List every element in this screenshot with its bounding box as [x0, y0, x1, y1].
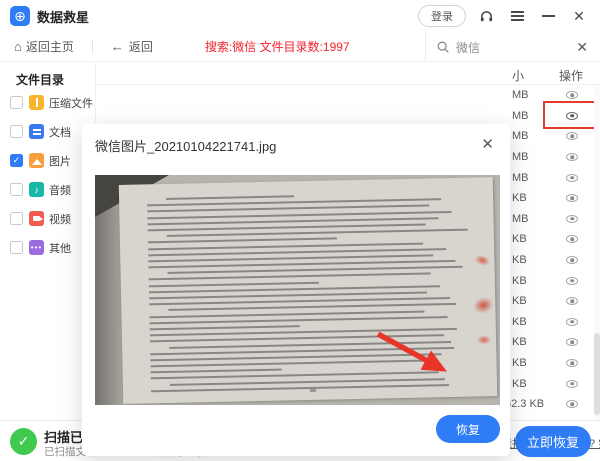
back-arrow-icon: ← — [111, 39, 124, 54]
preview-eye-icon[interactable] — [564, 295, 580, 307]
red-seal-mark — [473, 253, 491, 268]
sidebar-item-label: 音频 — [49, 182, 71, 198]
image-icon — [29, 153, 44, 168]
minimize-icon[interactable] — [537, 5, 559, 27]
sidebar-item-label: 视频 — [49, 211, 71, 227]
preview-eye-icon[interactable] — [564, 192, 580, 204]
red-seal-mark — [472, 295, 496, 316]
scrollbar-thumb[interactable] — [594, 333, 600, 415]
size-column-header: 小 — [512, 67, 524, 84]
preview-filename: 微信图片_20210104221741.jpg — [95, 136, 276, 155]
titlebar: ⊕ 数据救星 登录 ✕ — [0, 0, 600, 32]
content: 文件目录 压缩文件文档✓图片♪音频视频•••其他 小 操作 MBMBMBMBMB… — [0, 62, 600, 420]
modal-close-icon[interactable]: ✕ — [477, 133, 498, 155]
sidebar-item-zip[interactable]: 压缩文件 — [0, 88, 95, 117]
search-icon — [436, 40, 450, 54]
checkbox[interactable]: ✓ — [10, 154, 23, 167]
file-size: KB — [512, 378, 527, 390]
sidebar-item-image[interactable]: ✓ 图片 — [0, 146, 95, 175]
preview-modal: 微信图片_20210104221741.jpg ✕ 恢复 — [82, 124, 510, 456]
sidebar-item-audio[interactable]: ♪ 音频 — [0, 175, 95, 204]
table-row[interactable]: MB — [96, 85, 600, 106]
recover-button[interactable]: 恢复 — [436, 415, 500, 443]
file-size: KB — [512, 254, 527, 266]
preview-image — [95, 175, 500, 405]
checkbox[interactable] — [10, 241, 23, 254]
preview-eye-icon[interactable] — [564, 172, 580, 184]
preview-eye-icon[interactable] — [564, 398, 580, 410]
close-window-icon[interactable]: ✕ — [568, 5, 590, 27]
recover-now-button[interactable]: 立即恢复 — [515, 426, 591, 457]
sidebar-item-more[interactable]: ••• 其他 — [0, 233, 95, 262]
app-title: 数据救星 — [37, 7, 89, 26]
preview-eye-icon[interactable] — [564, 233, 580, 245]
preview-eye-icon[interactable] — [564, 254, 580, 266]
file-size: KB — [512, 275, 527, 287]
preview-eye-icon[interactable] — [564, 110, 580, 122]
search-clear-icon[interactable]: ✕ — [574, 39, 590, 56]
sidebar-item-label: 图片 — [49, 153, 71, 169]
file-size: MB — [512, 213, 529, 225]
sidebar-item-doc[interactable]: 文档 — [0, 117, 95, 146]
table-header: 小 操作 — [96, 62, 600, 85]
file-size: MB — [512, 110, 529, 122]
file-size: MB — [512, 172, 529, 184]
file-type-list: 压缩文件文档 ✓ 图片 ♪ 音频视频 ••• 其他 — [0, 88, 95, 262]
preview-eye-icon[interactable] — [564, 275, 580, 287]
file-size: MB — [512, 89, 529, 101]
zip-icon — [29, 95, 44, 110]
sidebar-item-label: 文档 — [49, 124, 71, 140]
preview-eye-icon[interactable] — [564, 89, 580, 101]
file-size: KB — [512, 295, 527, 307]
table-scrollbar[interactable] — [594, 85, 600, 420]
menu-icon[interactable] — [506, 5, 528, 27]
file-size: KB — [512, 336, 527, 348]
checkbox[interactable] — [10, 212, 23, 225]
file-size: 62.3 KB — [505, 398, 544, 410]
action-column-header: 操作 — [559, 67, 583, 84]
preview-eye-icon[interactable] — [564, 336, 580, 348]
audio-icon: ♪ — [29, 182, 44, 197]
search-input[interactable]: 微信 — [456, 39, 574, 56]
file-size: MB — [512, 151, 529, 163]
page-number-mark — [310, 389, 316, 392]
preview-eye-icon[interactable] — [564, 378, 580, 390]
home-icon: ⌂ — [14, 39, 22, 54]
file-size: KB — [512, 233, 527, 245]
toolbar-divider — [92, 40, 93, 54]
preview-eye-icon[interactable] — [564, 357, 580, 369]
sidebar-item-label: 其他 — [49, 240, 71, 256]
video-icon — [29, 211, 44, 226]
document-paper — [119, 177, 498, 404]
checkbox[interactable] — [10, 125, 23, 138]
app-logo-icon: ⊕ — [10, 6, 30, 26]
back-button[interactable]: ← 返回 — [111, 38, 153, 55]
file-size: MB — [512, 130, 529, 142]
red-seal-mark — [477, 335, 491, 344]
app-window: ⊕ 数据救星 登录 ✕ ⌂ 返回主页 ← 返回 搜索:微信 文件目录数:1997… — [0, 0, 600, 461]
preview-eye-icon[interactable] — [564, 213, 580, 225]
back-label: 返回 — [129, 38, 153, 55]
search-box[interactable]: 微信 ✕ — [425, 32, 600, 62]
back-home-label: 返回主页 — [26, 38, 74, 55]
preview-eye-icon[interactable] — [564, 130, 580, 142]
file-size: KB — [512, 192, 527, 204]
preview-eye-icon[interactable] — [564, 316, 580, 328]
support-headset-icon[interactable] — [475, 5, 497, 27]
sidebar-item-video[interactable]: 视频 — [0, 204, 95, 233]
checkbox[interactable] — [10, 183, 23, 196]
more-icon: ••• — [29, 240, 44, 255]
preview-eye-icon[interactable] — [564, 151, 580, 163]
sidebar-item-label: 压缩文件 — [49, 95, 93, 111]
file-size: KB — [512, 316, 527, 328]
search-result-info: 搜索:微信 文件目录数:1997 — [205, 38, 350, 55]
toolbar: ⌂ 返回主页 ← 返回 搜索:微信 文件目录数:1997 微信 ✕ — [0, 32, 600, 62]
checkbox[interactable] — [10, 96, 23, 109]
scan-complete-check-icon: ✓ — [10, 428, 37, 455]
login-button[interactable]: 登录 — [418, 5, 466, 27]
file-size: KB — [512, 357, 527, 369]
doc-icon — [29, 124, 44, 139]
back-home-button[interactable]: ⌂ 返回主页 — [14, 38, 74, 55]
